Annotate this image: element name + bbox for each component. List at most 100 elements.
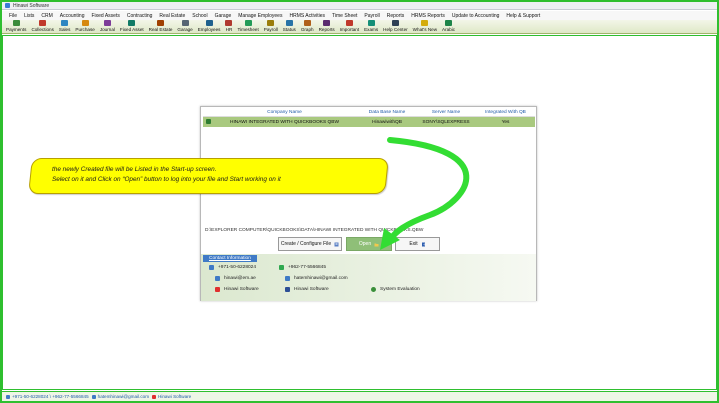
toolbar-payments-button[interactable]: Payments (6, 20, 26, 32)
toolbar-exams-button[interactable]: Exams (364, 20, 378, 32)
toolbar-sales-button[interactable]: Sales (58, 20, 71, 32)
toolbar-timesheet-button[interactable]: Timesheet (237, 20, 259, 32)
create-configure-file-button[interactable]: Create / Configure File (278, 237, 342, 251)
callout-text: the newly Created file will be Listed in… (52, 165, 382, 185)
toolbar-payroll-button[interactable]: Payroll (264, 20, 278, 32)
journal-icon (103, 20, 111, 26)
table-row[interactable]: HINAWI INTEGRATED WITH QUICKBOOKS QBW Hi… (203, 117, 535, 127)
sales-icon (61, 20, 69, 26)
cell-integrated[interactable]: Yes (476, 120, 535, 125)
cell-database-name[interactable]: HinawiwithQB (358, 120, 416, 125)
arabic-icon (445, 20, 453, 26)
email-2[interactable]: hatemhinawi@gmail.com (285, 276, 348, 281)
contact-information-tab[interactable]: Contact Information (203, 255, 257, 262)
toolbar-label: Sales (58, 27, 71, 32)
toolbar-label: Real Estate (148, 27, 173, 32)
exit-door-icon (421, 242, 426, 246)
menu-update-to-accounting[interactable]: Update to Accounting (452, 13, 500, 19)
file-path: D:\EXPLORER COMPUTER\QUICKBOOKS\DATA\HIN… (205, 228, 424, 233)
phone-1: +971-50-6228024 (209, 265, 256, 270)
cell-server-name[interactable]: SONY\SQLEXPRESS (416, 120, 476, 125)
toolbar-hr-button[interactable]: HR (225, 20, 233, 32)
youtube-text: Hinawi Software (224, 287, 259, 292)
menu-contracting[interactable]: Contracting (127, 13, 153, 19)
file-icon (334, 242, 339, 246)
menu-garage[interactable]: Garage (215, 13, 232, 19)
menu-bar: File Lists CRM Accounting Fixed Assets Contra… (2, 11, 717, 20)
row-select-cell[interactable] (203, 118, 211, 126)
hr-icon (225, 20, 233, 26)
toolbar-reports-button[interactable]: Reports (319, 20, 335, 32)
col-integrated-qb[interactable]: Integrated With QB (476, 110, 535, 115)
col-company-name[interactable]: Company Name (211, 110, 358, 115)
exit-button[interactable]: Exit (395, 237, 440, 251)
toolbar-arabic-button[interactable]: Arabic (442, 20, 455, 32)
status-youtube[interactable]: Hinawi Software (152, 394, 191, 399)
toolbar-real-estate-button[interactable]: Real Estate (148, 20, 173, 32)
toolbar-important-button[interactable]: Important (340, 20, 359, 32)
toolbar-label: Exams (364, 27, 379, 32)
toolbar-what-s-new-button[interactable]: What's New (413, 20, 437, 32)
menu-crm[interactable]: CRM (41, 13, 52, 19)
menu-time-sheet[interactable]: Time Sheet (332, 13, 357, 19)
toolbar-label: Status (282, 27, 296, 32)
menu-hrms-reports[interactable]: HRMS Reports (411, 13, 445, 19)
status-email[interactable]: hatemhinawi@gmail.com (91, 394, 149, 399)
collections-icon (39, 20, 47, 26)
help-center-icon (391, 20, 399, 26)
status-phones-text: +971-50-6228024 \ +962-77-5566845 (12, 394, 89, 399)
toolbar-journal-button[interactable]: Journal (100, 20, 115, 32)
toolbar-fixed-asset-button[interactable]: Fixed Asset (120, 20, 144, 32)
cell-company-name[interactable]: HINAWI INTEGRATED WITH QUICKBOOKS QBW (211, 120, 358, 125)
toolbar-purchase-button[interactable]: Purchase (75, 20, 95, 32)
menu-hrms-activities[interactable]: HRMS Activities (289, 13, 325, 19)
menu-fixed-assets[interactable]: Fixed Assets (91, 13, 119, 19)
row-pointer-icon (205, 118, 211, 124)
col-database-name[interactable]: Data Base Name (358, 110, 416, 115)
menu-help-support[interactable]: Help & Support (506, 13, 540, 19)
toolbar-graph-button[interactable]: Graph (301, 20, 314, 32)
company-grid: Company Name Data Base Name Server Name … (203, 109, 535, 129)
phone-2-text: +962-77-5566845 (288, 265, 327, 270)
youtube-link[interactable]: Hinawi Software (215, 287, 259, 292)
system-evaluation-link[interactable]: System Evaluation (371, 287, 420, 292)
email-1-text: hinawi@em.ae (224, 276, 256, 281)
company-file-dialog: Company Name Data Base Name Server Name … (200, 106, 537, 301)
menu-reports[interactable]: Reports (387, 13, 405, 19)
menu-school[interactable]: School (192, 13, 207, 19)
payroll-icon (267, 20, 275, 26)
app-icon (5, 3, 10, 8)
garage-icon (181, 20, 189, 26)
youtube-icon (215, 287, 220, 292)
toolbar-employees-button[interactable]: Employees (198, 20, 220, 32)
menu-payroll[interactable]: Payroll (364, 13, 379, 19)
open-button-label: Open (358, 241, 372, 247)
facebook-text: Hinawi Software (294, 287, 329, 292)
col-server-name[interactable]: Server Name (416, 110, 476, 115)
status-phones: +971-50-6228024 \ +962-77-5566845 (6, 394, 89, 399)
title-bar: Hinawi Software (2, 2, 717, 10)
facebook-link[interactable]: Hinawi Software (285, 287, 329, 292)
menu-lists[interactable]: Lists (24, 13, 34, 19)
open-button[interactable]: Open (346, 237, 392, 251)
menu-file[interactable]: File (9, 13, 17, 19)
email-1[interactable]: hinawi@em.ae (215, 276, 256, 281)
toolbar-help-center-button[interactable]: Help Center (383, 20, 408, 32)
email-2-text: hatemhinawi@gmail.com (294, 276, 348, 281)
reports-icon (323, 20, 331, 26)
toolbar-label: Graph (300, 27, 314, 32)
menu-real-estate[interactable]: Real Estate (159, 13, 185, 19)
mail-icon (215, 276, 220, 281)
toolbar-status-button[interactable]: Status (283, 20, 296, 32)
status-icon (285, 20, 293, 26)
menu-accounting[interactable]: Accounting (60, 13, 85, 19)
payments-icon (12, 20, 20, 26)
toolbar-garage-button[interactable]: Garage (177, 20, 193, 32)
grid-header: Company Name Data Base Name Server Name … (203, 109, 535, 117)
phone-2: +962-77-5566845 (279, 265, 326, 270)
fixed-asset-icon (128, 20, 136, 26)
menu-manage-employees[interactable]: Manage Employees (238, 13, 282, 19)
toolbar-collections-button[interactable]: Collections (31, 20, 54, 32)
window-title: Hinawi Software (13, 2, 50, 9)
status-bar: +971-50-6228024 \ +962-77-5566845 hatemh… (2, 391, 717, 401)
